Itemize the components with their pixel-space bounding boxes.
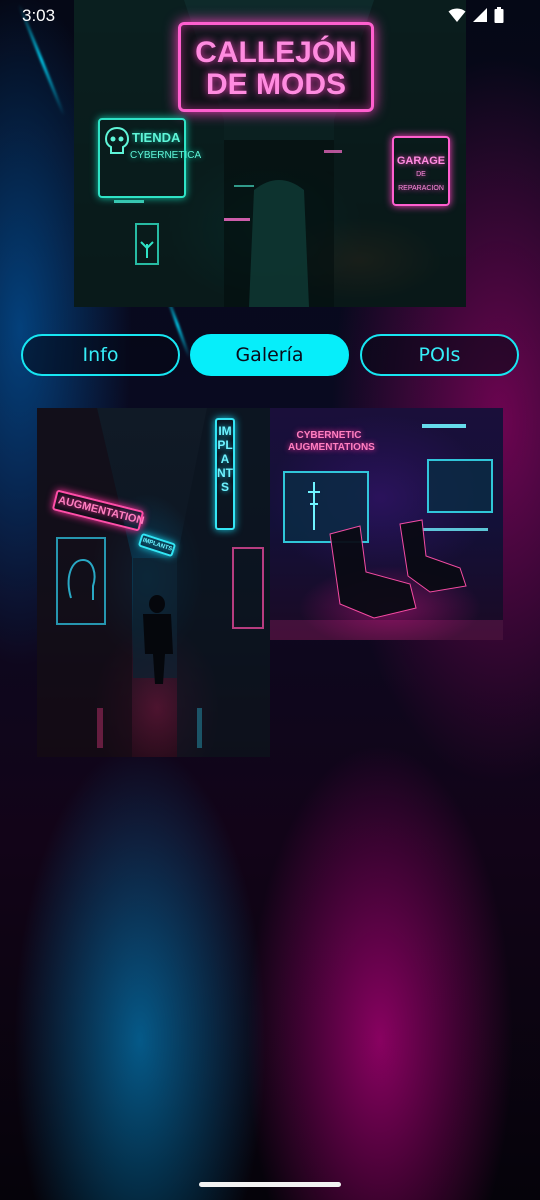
hero-sign-tienda-line1: TIENDA [132, 130, 181, 145]
hero-image: CALLEJÓN DE MODS TIENDA CYBERNETICA GARA… [74, 0, 466, 307]
hero-sign-line2: DE MODS [205, 68, 346, 101]
home-indicator[interactable] [199, 1182, 341, 1187]
status-time: 3:03 [22, 6, 56, 25]
status-bar: 3:03 [0, 0, 540, 32]
cell-signal-icon [473, 8, 487, 22]
status-icons [448, 7, 504, 23]
hero-sign-tienda: TIENDA CYBERNETICA [98, 118, 201, 198]
gallery-image-augmentation-street[interactable]: AUGMENTATION IMPLANTS IMPLANTS [37, 408, 270, 757]
hero-sign-tienda-line2: CYBERNETICA [130, 150, 202, 161]
tab-pois[interactable]: POIs [360, 334, 519, 376]
hero-sign-line1: CALLEJÓN [195, 36, 357, 69]
tab-info[interactable]: Info [21, 334, 180, 376]
sign-cybernetic-line1: CYBERNETIC [296, 430, 362, 441]
skull-icon [104, 126, 130, 154]
gallery-image-cybernetic-clinic[interactable]: CYBERNETIC AUGMENTATIONS [270, 408, 503, 640]
hero-sign-garage: GARAGE DE REPARACION [392, 136, 450, 206]
street-scene [37, 408, 270, 757]
sign-implants-vertical: IMPLANTS [215, 418, 235, 530]
wifi-icon [448, 8, 466, 22]
battery-icon [494, 7, 504, 23]
hero-sign-callejon: CALLEJÓN DE MODS [178, 22, 374, 112]
sign-cybernetic-augmentations: CYBERNETIC AUGMENTATIONS [286, 428, 375, 456]
sign-cybernetic-line2: AUGMENTATIONS [288, 442, 375, 453]
hero-sign-garage-line2: DE REPARACION [398, 171, 444, 192]
sign-implants-vertical-text: IMPLANTS [217, 424, 233, 494]
tab-galeria[interactable]: Galería [190, 334, 349, 376]
hero-sign-garage-line1: GARAGE [396, 155, 446, 167]
tab-bar: Info Galería POIs [21, 334, 519, 376]
gallery-grid: AUGMENTATION IMPLANTS IMPLANTS CYBERNETI… [37, 408, 503, 758]
